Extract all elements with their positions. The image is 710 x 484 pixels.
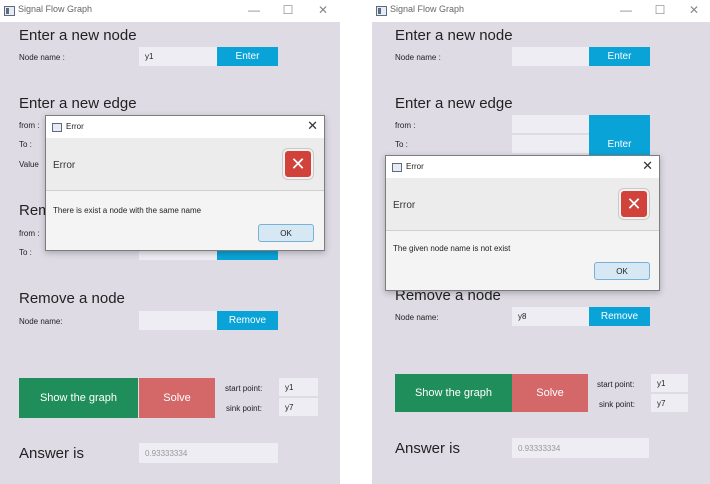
dialog-header: Error ✕ — [386, 178, 659, 231]
remove-node-button[interactable]: Remove — [589, 307, 650, 326]
sink-point-label: sink point: — [599, 400, 636, 409]
close-button[interactable]: ✕ — [686, 2, 702, 18]
remove-node-label: Node name: — [19, 317, 63, 326]
error-dialog: Error ✕ Error ✕ The given node name is n… — [385, 155, 660, 291]
remove-node-input[interactable] — [512, 307, 589, 326]
close-button[interactable]: ✕ — [315, 2, 331, 18]
start-point-input[interactable] — [279, 378, 318, 396]
dialog-app-icon — [52, 123, 62, 132]
dialog-app-icon — [392, 163, 402, 172]
node-name-label: Node name : — [395, 53, 441, 62]
new-edge-heading: Enter a new edge — [19, 95, 137, 112]
maximize-button[interactable]: ☐ — [652, 2, 668, 18]
window-title: Signal Flow Graph — [18, 4, 93, 14]
ok-button[interactable]: OK — [594, 262, 650, 280]
remove-node-input[interactable] — [139, 311, 217, 330]
sink-point-label: sink point: — [226, 404, 263, 413]
node-name-label: Node name : — [19, 53, 65, 62]
to-label: To : — [395, 140, 408, 149]
new-node-heading: Enter a new node — [395, 27, 513, 44]
start-point-input[interactable] — [651, 374, 688, 392]
window-title: Signal Flow Graph — [390, 4, 465, 14]
sink-point-input[interactable] — [279, 398, 318, 416]
value-label: Value — [19, 160, 39, 169]
remove-from-label: from : — [19, 229, 40, 238]
edge-from-input[interactable] — [512, 115, 589, 133]
new-node-heading: Enter a new node — [19, 27, 137, 44]
dialog-message: The given node name is not exist — [393, 244, 511, 253]
remove-node-label: Node name: — [395, 313, 439, 322]
sink-point-input[interactable] — [651, 394, 688, 412]
maximize-button[interactable]: ☐ — [280, 2, 296, 18]
error-dialog: Error ✕ Error ✕ There is exist a node wi… — [45, 115, 325, 251]
app-icon — [376, 6, 387, 16]
left-window: Signal Flow Graph — ☐ ✕ Enter a new node… — [0, 0, 340, 484]
solve-button[interactable]: Solve — [139, 378, 215, 418]
error-icon: ✕ — [619, 189, 649, 219]
solve-button[interactable]: Solve — [512, 374, 588, 412]
minimize-button[interactable]: — — [246, 2, 262, 18]
title-bar: Signal Flow Graph — ☐ ✕ — [372, 0, 710, 22]
app-icon — [4, 6, 15, 16]
enter-node-button[interactable]: Enter — [217, 47, 278, 66]
dialog-title: Error — [66, 122, 84, 131]
new-edge-heading: Enter a new edge — [395, 95, 513, 112]
dialog-close-icon[interactable]: ✕ — [642, 159, 653, 173]
start-point-label: start point: — [225, 384, 263, 393]
to-label: To : — [19, 140, 32, 149]
answer-output — [512, 438, 649, 458]
from-label: from : — [19, 121, 40, 130]
start-point-label: start point: — [597, 380, 635, 389]
dialog-header-text: Error — [393, 200, 416, 211]
node-name-input[interactable] — [512, 47, 589, 66]
dialog-header-text: Error — [53, 160, 76, 171]
dialog-title: Error — [406, 162, 424, 171]
dialog-title-bar: Error ✕ — [386, 156, 659, 178]
dialog-header: Error ✕ — [46, 138, 324, 191]
enter-node-button[interactable]: Enter — [589, 47, 650, 66]
remove-to-label: To : — [19, 248, 32, 257]
dialog-message: There is exist a node with the same name — [53, 206, 202, 215]
show-graph-button[interactable]: Show the graph — [395, 374, 512, 412]
minimize-button[interactable]: — — [618, 2, 634, 18]
answer-output — [139, 443, 278, 463]
title-bar: Signal Flow Graph — ☐ ✕ — [0, 0, 340, 22]
edge-to-input[interactable] — [512, 135, 589, 153]
remove-node-button[interactable]: Remove — [217, 311, 278, 330]
show-graph-button[interactable]: Show the graph — [19, 378, 138, 418]
right-window: Signal Flow Graph — ☐ ✕ Enter a new node… — [372, 0, 710, 484]
answer-heading: Answer is — [395, 440, 461, 457]
ok-button[interactable]: OK — [258, 224, 314, 242]
answer-heading: Answer is — [19, 445, 85, 462]
dialog-title-bar: Error ✕ — [46, 116, 324, 138]
error-icon: ✕ — [283, 149, 313, 179]
remove-node-heading: Remove a node — [19, 290, 125, 307]
from-label: from : — [395, 121, 416, 130]
node-name-input[interactable] — [139, 47, 217, 66]
dialog-close-icon[interactable]: ✕ — [307, 119, 318, 133]
